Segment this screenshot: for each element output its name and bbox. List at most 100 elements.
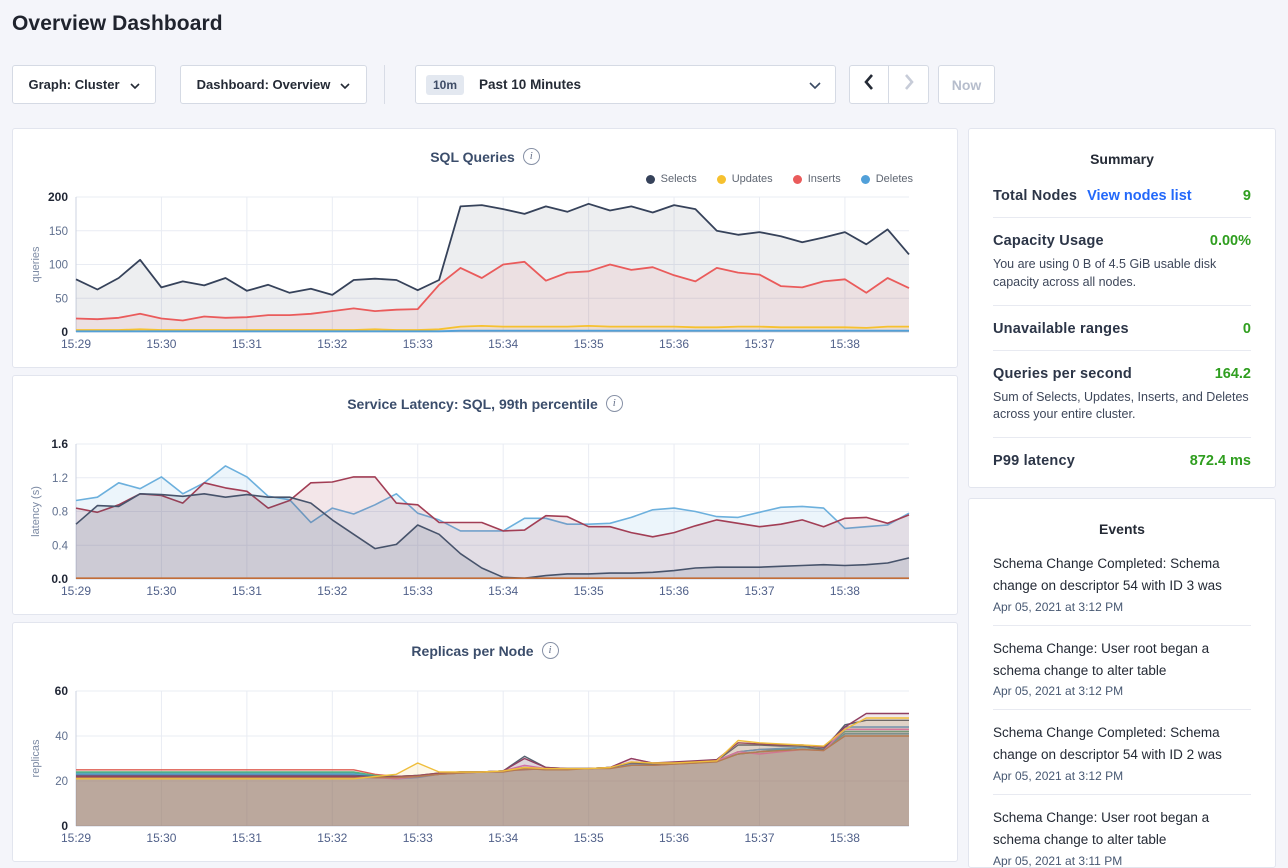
svg-text:15:38: 15:38 bbox=[830, 337, 860, 351]
chart-legend: Selects Updates Inserts Deletes bbox=[646, 173, 913, 185]
svg-text:15:35: 15:35 bbox=[574, 337, 604, 351]
legend-dot-icon bbox=[861, 175, 870, 184]
svg-text:20: 20 bbox=[55, 776, 68, 788]
unavailable-ranges-value: 0 bbox=[1243, 321, 1251, 337]
toolbar: Graph: Cluster Dashboard: Overview 10m P… bbox=[12, 65, 1276, 104]
event-timestamp[interactable]: Apr 05, 2021 at 3:11 PM bbox=[993, 854, 1251, 868]
svg-text:15:35: 15:35 bbox=[574, 584, 604, 598]
legend-dot-icon bbox=[793, 175, 802, 184]
svg-text:15:34: 15:34 bbox=[488, 337, 518, 351]
service-latency-chart-card: Service Latency: SQL, 99th percentile i … bbox=[12, 375, 958, 615]
legend-item-selects[interactable]: Selects bbox=[646, 173, 697, 185]
chevron-down-icon bbox=[130, 77, 140, 92]
time-range-picker[interactable]: 10m Past 10 Minutes bbox=[415, 65, 836, 104]
svg-text:200: 200 bbox=[48, 190, 68, 204]
events-title: Events bbox=[969, 499, 1275, 537]
info-icon[interactable]: i bbox=[523, 148, 540, 165]
toolbar-divider bbox=[384, 65, 385, 104]
graph-dropdown-label: Graph: Cluster bbox=[28, 77, 119, 92]
qps-description: Sum of Selects, Updates, Inserts, and De… bbox=[993, 389, 1251, 425]
legend-dot-icon bbox=[646, 175, 655, 184]
svg-text:1.6: 1.6 bbox=[51, 437, 68, 451]
legend-label: Deletes bbox=[876, 173, 913, 185]
svg-text:15:29: 15:29 bbox=[61, 337, 91, 351]
qps-value: 164.2 bbox=[1215, 366, 1251, 382]
capacity-description: You are using 0 B of 4.5 GiB usable disk… bbox=[993, 256, 1251, 292]
summary-title: Summary bbox=[969, 129, 1275, 167]
chevron-down-icon bbox=[809, 76, 821, 94]
event-timestamp[interactable]: Apr 05, 2021 at 3:12 PM bbox=[993, 684, 1251, 698]
graph-dropdown[interactable]: Graph: Cluster bbox=[12, 65, 156, 104]
svg-text:50: 50 bbox=[55, 293, 68, 305]
legend-item-updates[interactable]: Updates bbox=[717, 173, 773, 185]
dashboard-dropdown-label: Dashboard: Overview bbox=[197, 77, 331, 92]
svg-text:1.2: 1.2 bbox=[52, 473, 68, 485]
dashboard-dropdown[interactable]: Dashboard: Overview bbox=[180, 65, 367, 104]
event-message: Schema Change: User root began a schema … bbox=[993, 638, 1251, 682]
svg-text:150: 150 bbox=[49, 226, 68, 238]
event-timestamp[interactable]: Apr 05, 2021 at 3:12 PM bbox=[993, 600, 1251, 614]
svg-text:15:37: 15:37 bbox=[744, 831, 774, 845]
svg-text:15:36: 15:36 bbox=[659, 337, 689, 351]
event-item: Schema Change Completed: Schema change o… bbox=[993, 541, 1251, 626]
svg-text:15:36: 15:36 bbox=[659, 831, 689, 845]
legend-label: Updates bbox=[732, 173, 773, 185]
next-time-button[interactable] bbox=[889, 66, 928, 103]
svg-text:100: 100 bbox=[49, 260, 68, 272]
legend-item-deletes[interactable]: Deletes bbox=[861, 173, 913, 185]
unavailable-ranges-label: Unavailable ranges bbox=[993, 321, 1129, 337]
legend-dot-icon bbox=[717, 175, 726, 184]
chevron-down-icon bbox=[340, 77, 350, 92]
summary-row-total-nodes: Total Nodes View nodes list 9 bbox=[993, 173, 1251, 218]
svg-text:15:36: 15:36 bbox=[659, 584, 689, 598]
svg-text:15:30: 15:30 bbox=[146, 831, 176, 845]
summary-row-capacity: Capacity Usage 0.00% You are using 0 B o… bbox=[993, 218, 1251, 306]
chart-title: SQL Queries bbox=[430, 149, 515, 165]
page-title: Overview Dashboard bbox=[12, 12, 223, 36]
svg-text:60: 60 bbox=[55, 684, 69, 698]
svg-text:15:35: 15:35 bbox=[574, 831, 604, 845]
legend-item-inserts[interactable]: Inserts bbox=[793, 173, 841, 185]
event-timestamp[interactable]: Apr 05, 2021 at 3:12 PM bbox=[993, 769, 1251, 783]
prev-time-button[interactable] bbox=[850, 66, 889, 103]
info-icon[interactable]: i bbox=[542, 642, 559, 659]
svg-text:15:32: 15:32 bbox=[317, 584, 347, 598]
now-button[interactable]: Now bbox=[938, 65, 995, 104]
svg-text:15:32: 15:32 bbox=[317, 337, 347, 351]
events-panel: Events Schema Change Completed: Schema c… bbox=[968, 498, 1276, 868]
svg-text:15:32: 15:32 bbox=[317, 831, 347, 845]
svg-text:15:29: 15:29 bbox=[61, 831, 91, 845]
qps-label: Queries per second bbox=[993, 366, 1132, 382]
capacity-value: 0.00% bbox=[1210, 233, 1251, 249]
svg-text:15:31: 15:31 bbox=[232, 831, 262, 845]
p99-latency-value: 872.4 ms bbox=[1190, 453, 1251, 469]
svg-text:0: 0 bbox=[61, 819, 68, 833]
time-range-badge: 10m bbox=[426, 75, 464, 95]
chevron-left-icon bbox=[864, 74, 874, 95]
svg-text:0.0: 0.0 bbox=[51, 572, 68, 586]
svg-text:15:37: 15:37 bbox=[744, 584, 774, 598]
svg-text:15:33: 15:33 bbox=[403, 831, 433, 845]
event-item: Schema Change Completed: Schema change o… bbox=[993, 710, 1251, 795]
svg-text:15:38: 15:38 bbox=[830, 831, 860, 845]
view-nodes-list-link[interactable]: View nodes list bbox=[1087, 188, 1192, 204]
total-nodes-label: Total Nodes bbox=[993, 188, 1077, 204]
event-message: Schema Change Completed: Schema change o… bbox=[993, 553, 1251, 597]
chart-title: Service Latency: SQL, 99th percentile bbox=[347, 396, 598, 412]
svg-text:15:34: 15:34 bbox=[488, 831, 518, 845]
legend-label: Inserts bbox=[808, 173, 841, 185]
svg-text:replicas: replicas bbox=[30, 739, 42, 777]
svg-text:15:33: 15:33 bbox=[403, 337, 433, 351]
svg-text:15:31: 15:31 bbox=[232, 337, 262, 351]
event-message: Schema Change: User root began a schema … bbox=[993, 807, 1251, 851]
capacity-label: Capacity Usage bbox=[993, 233, 1104, 249]
svg-text:15:34: 15:34 bbox=[488, 584, 518, 598]
svg-text:15:30: 15:30 bbox=[146, 584, 176, 598]
summary-panel: Summary Total Nodes View nodes list 9 Ca… bbox=[968, 128, 1276, 488]
svg-text:15:38: 15:38 bbox=[830, 584, 860, 598]
summary-row-unavailable: Unavailable ranges 0 bbox=[993, 306, 1251, 351]
svg-text:0.4: 0.4 bbox=[52, 540, 69, 552]
total-nodes-value: 9 bbox=[1243, 188, 1251, 204]
info-icon[interactable]: i bbox=[606, 395, 623, 412]
svg-text:15:29: 15:29 bbox=[61, 584, 91, 598]
